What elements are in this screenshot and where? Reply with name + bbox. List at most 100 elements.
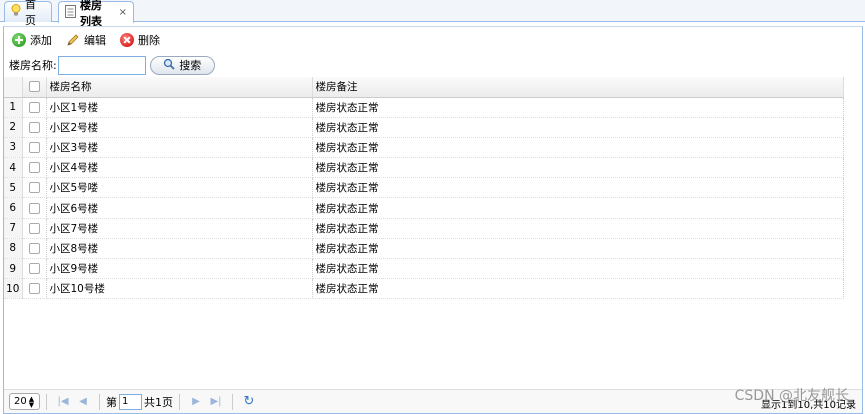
- building-name-cell: 小区5号喽: [46, 177, 313, 199]
- row-checkbox[interactable]: [28, 182, 40, 194]
- row-checkbox-cell: [22, 278, 47, 300]
- delete-button-label: 删除: [138, 34, 160, 47]
- row-number: 2: [4, 117, 23, 138]
- pagination-bar: 20 ▲▼ |◀ ◀ 第 共1页 ▶ ▶| ↻ 显示1到10,共10记录: [4, 389, 862, 413]
- row-checkbox-cell: [22, 258, 47, 280]
- page-prefix: 第: [106, 395, 117, 409]
- lightbulb-icon: [11, 4, 21, 20]
- add-button[interactable]: 添加: [12, 32, 52, 48]
- row-checkbox[interactable]: [28, 242, 40, 254]
- building-name-cell: 小区9号楼: [46, 258, 313, 280]
- building-name-label: 楼房名称:: [9, 59, 57, 72]
- pager-divider: [46, 393, 47, 410]
- page-size-value: 20: [14, 396, 27, 407]
- row-checkbox[interactable]: [28, 141, 40, 153]
- row-number: 7: [4, 218, 23, 239]
- close-icon[interactable]: ×: [119, 7, 127, 18]
- table-row[interactable]: 5 小区5号喽 楼房状态正常: [4, 177, 844, 199]
- building-name-cell: 小区8号楼: [46, 238, 313, 260]
- column-header-building-note[interactable]: 楼房备注: [312, 77, 844, 98]
- row-number: 1: [4, 97, 23, 118]
- tab-building-list-label: 楼房列表: [80, 0, 102, 28]
- building-name-cell: 小区4号楼: [46, 157, 313, 179]
- building-name-cell: 小区6号楼: [46, 197, 313, 219]
- row-checkbox[interactable]: [28, 263, 40, 275]
- row-number: 3: [4, 137, 23, 159]
- delete-button[interactable]: 删除: [120, 32, 160, 48]
- row-checkbox[interactable]: [28, 162, 40, 174]
- tab-home-label: 首页: [25, 0, 36, 27]
- row-checkbox-cell: [22, 137, 47, 159]
- building-name-search-input[interactable]: [57, 55, 146, 75]
- grid-header-row: 楼房名称 楼房备注: [4, 77, 844, 98]
- add-icon: [12, 33, 26, 47]
- row-number: 6: [4, 197, 23, 219]
- building-note-cell: 楼房状态正常: [312, 197, 844, 219]
- row-checkbox-cell: [22, 117, 47, 138]
- building-note-cell: 楼房状态正常: [312, 218, 844, 239]
- prev-page-icon[interactable]: ◀: [73, 396, 93, 407]
- table-row[interactable]: 6 小区6号楼 楼房状态正常: [4, 197, 844, 219]
- row-checkbox[interactable]: [28, 222, 40, 234]
- building-note-cell: 楼房状态正常: [312, 278, 844, 300]
- row-checkbox-cell: [22, 97, 47, 118]
- building-note-cell: 楼房状态正常: [312, 238, 844, 260]
- row-checkbox[interactable]: [28, 283, 40, 295]
- column-header-building-name[interactable]: 楼房名称: [46, 77, 313, 98]
- building-note-cell: 楼房状态正常: [312, 137, 844, 159]
- table-row[interactable]: 7 小区7号楼 楼房状态正常: [4, 218, 844, 239]
- page-size-select[interactable]: 20 ▲ ▼: [9, 393, 40, 410]
- row-number: 4: [4, 157, 23, 179]
- building-name-cell: 小区3号楼: [46, 137, 313, 159]
- building-note-cell: 楼房状态正常: [312, 97, 844, 118]
- row-checkbox-cell: [22, 218, 47, 239]
- next-page-icon[interactable]: ▶: [186, 396, 206, 407]
- row-checkbox-cell: [22, 197, 47, 219]
- table-row[interactable]: 9 小区9号楼 楼房状态正常: [4, 258, 844, 280]
- page-number-input[interactable]: [119, 393, 142, 410]
- pager-divider: [232, 393, 233, 410]
- tab-building-list[interactable]: 楼房列表 ×: [58, 0, 134, 28]
- building-grid: 楼房名称 楼房备注 1 小区1号楼 楼房状态正常 2 小区2号楼 楼房状态正常 3 小区3号楼…: [4, 77, 844, 300]
- tab-home[interactable]: 首页: [4, 0, 52, 27]
- building-name-cell: 小区2号楼: [46, 117, 313, 138]
- page-total: 共1页: [144, 395, 173, 409]
- table-row[interactable]: 8 小区8号楼 楼房状态正常: [4, 238, 844, 260]
- building-name-cell: 小区1号楼: [46, 97, 313, 118]
- toolbar: 添加 编辑 删除: [4, 27, 862, 53]
- table-row[interactable]: 1 小区1号楼 楼房状态正常: [4, 97, 844, 118]
- select-all-checkbox[interactable]: [28, 81, 40, 93]
- edit-button[interactable]: 编辑: [66, 32, 106, 48]
- building-note-cell: 楼房状态正常: [312, 157, 844, 179]
- table-row[interactable]: 4 小区4号楼 楼房状态正常: [4, 157, 844, 179]
- row-checkbox[interactable]: [28, 101, 40, 113]
- pencil-icon: [66, 33, 80, 47]
- select-all-cell: [22, 77, 47, 98]
- row-checkbox-cell: [22, 157, 47, 179]
- delete-icon: [120, 33, 134, 47]
- row-number: 5: [4, 177, 23, 199]
- row-checkbox[interactable]: [28, 202, 40, 214]
- row-checkbox[interactable]: [28, 121, 40, 133]
- search-bar: 楼房名称: 搜索: [4, 53, 862, 77]
- table-row[interactable]: 10 小区10号楼 楼房状态正常: [4, 278, 844, 300]
- building-note-cell: 楼房状态正常: [312, 258, 844, 280]
- row-number: 9: [4, 258, 23, 280]
- table-row[interactable]: 3 小区3号楼 楼房状态正常: [4, 137, 844, 159]
- watermark: CSDN @北友舰长: [734, 388, 849, 404]
- building-note-cell: 楼房状态正常: [312, 177, 844, 199]
- row-number-header: [4, 77, 23, 98]
- last-page-icon[interactable]: ▶|: [206, 396, 226, 407]
- building-name-cell: 小区10号楼: [46, 278, 313, 300]
- document-icon: [65, 4, 76, 21]
- tab-bar: 首页 楼房列表 ×: [0, 0, 865, 28]
- first-page-icon[interactable]: |◀: [53, 396, 73, 407]
- search-button[interactable]: 搜索: [149, 55, 215, 75]
- row-number: 8: [4, 238, 23, 260]
- table-row[interactable]: 2 小区2号楼 楼房状态正常: [4, 117, 844, 138]
- building-name-cell: 小区7号楼: [46, 218, 313, 239]
- building-note-cell: 楼房状态正常: [312, 117, 844, 138]
- refresh-icon[interactable]: ↻: [239, 394, 259, 409]
- search-button-label: 搜索: [179, 59, 202, 72]
- updown-icon: ▲ ▼: [28, 394, 35, 409]
